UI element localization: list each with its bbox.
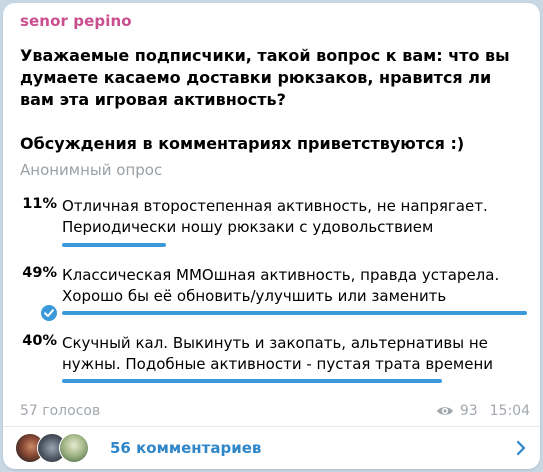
poll-option-percent: 49% — [22, 265, 57, 281]
check-icon — [39, 303, 59, 323]
poll-option-percent: 40% — [22, 333, 57, 349]
post-meta: 93 15:04 — [436, 403, 530, 419]
comments-button[interactable]: 56 комментариев — [3, 427, 540, 469]
poll-option-bar — [62, 379, 442, 383]
comments-label: 56 комментариев — [110, 439, 262, 457]
poll-option-text: Отличная второстепенная активность, не н… — [62, 197, 488, 236]
votes-count[interactable]: 57 голосов — [20, 403, 100, 419]
poll-question: Уважаемые подписчики, такой вопрос к вам… — [20, 46, 510, 153]
channel-post: senor pepino Уважаемые подписчики, такой… — [3, 3, 540, 469]
avatar — [59, 433, 89, 463]
views-count: 93 — [459, 403, 478, 419]
poll-option-2: 49% Классическая ММОшная активность, пра… — [3, 265, 540, 323]
poll-option-percent: 11% — [22, 196, 57, 212]
poll-option-bar — [62, 243, 166, 247]
post-time: 15:04 — [489, 403, 530, 419]
poll-type-label: Анонимный опрос — [20, 161, 163, 179]
poll-option-bar — [62, 311, 527, 315]
chevron-right-icon — [516, 440, 526, 460]
poll-option-3: 40% Скучный кал. Выкинуть и закопать, ал… — [3, 333, 540, 385]
author-name[interactable]: senor pepino — [20, 12, 132, 30]
commenter-avatars — [15, 433, 101, 463]
poll-option-text: Скучный кал. Выкинуть и закопать, альтер… — [62, 334, 494, 373]
eye-icon — [436, 405, 454, 417]
poll-option-1: 11% Отличная второстепенная активность, … — [3, 196, 540, 247]
poll-option-text: Классическая ММОшная активность, правда … — [62, 266, 500, 305]
